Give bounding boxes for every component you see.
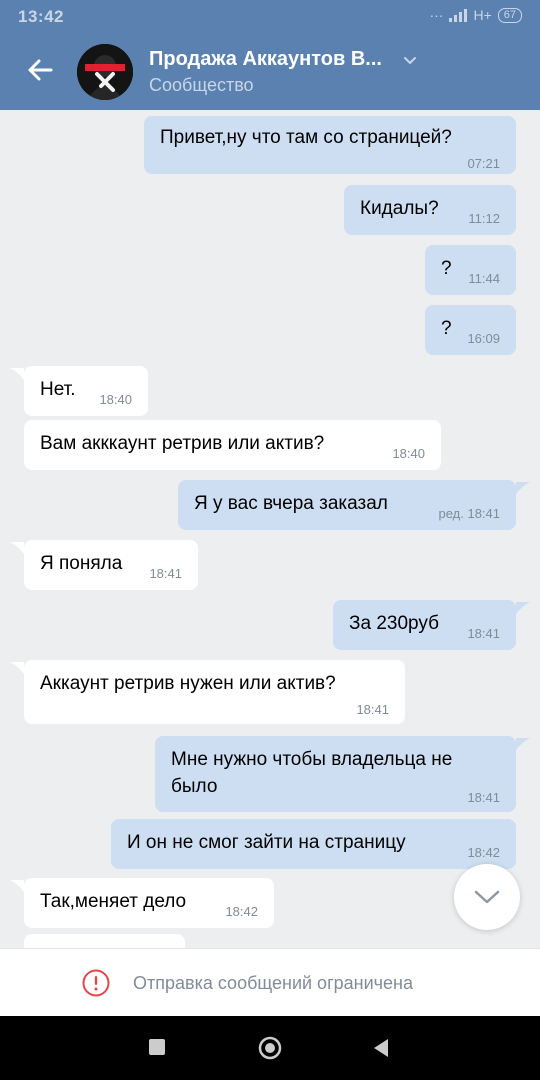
bubble-tail (516, 738, 530, 750)
message-text: Я поняла (40, 553, 123, 574)
message-text: Кидалы? (360, 198, 439, 219)
message-time: 18:42 (225, 904, 258, 919)
community-avatar[interactable] (77, 44, 133, 100)
message-time: 18:40 (99, 392, 132, 407)
message-list[interactable]: Привет,ну что там со страницей? 07:21 Ки… (0, 110, 540, 948)
chat-header: Продажа Аккаунтов В... Сообщество (0, 34, 540, 110)
status-icons: ··· H+ 67 (429, 7, 522, 23)
alert-icon (82, 969, 110, 997)
message-outgoing[interactable]: Привет,ну что там со страницей? 07:21 (144, 116, 516, 174)
message-outgoing[interactable]: И он не смог зайти на страницу 18:42 (111, 819, 516, 869)
message-time: ред. 18:41 (438, 506, 500, 521)
message-outgoing[interactable]: Я у вас вчера заказал ред. 18:41 (178, 480, 516, 530)
scroll-down-icon (474, 890, 500, 904)
message-text: Аккаунт ретрив нужен или актив? (40, 673, 336, 694)
nav-circle-icon[interactable] (258, 1036, 282, 1060)
message-incoming[interactable]: Вам акккаунт ретрив или актив? 18:40 (24, 420, 441, 470)
chevron-down-icon[interactable] (402, 52, 418, 68)
message-time: 18:41 (467, 790, 500, 805)
message-text: Я у вас вчера заказал (194, 493, 388, 514)
message-outgoing[interactable]: ? 11:44 (425, 245, 516, 295)
message-text: И он не смог зайти на страницу (127, 832, 406, 853)
signal-icon (449, 8, 468, 22)
bubble-tail (10, 368, 24, 380)
message-time: 11:44 (468, 271, 500, 286)
network-type: H+ (473, 7, 492, 23)
message-time: 18:41 (149, 566, 182, 581)
message-text: ? (441, 318, 452, 339)
message-time: 18:41 (467, 626, 500, 641)
status-bar: 13:42 ··· H+ 67 (0, 0, 540, 34)
message-outgoing[interactable]: Мне нужно чтобы владельца не было 18:41 (155, 736, 516, 812)
system-nav-bar (0, 1016, 540, 1080)
message-time: 11:12 (468, 211, 500, 226)
message-text-line1: Мне нужно чтобы владельца не (171, 749, 453, 770)
back-arrow-icon[interactable] (24, 54, 56, 86)
scroll-down-button[interactable] (454, 864, 520, 930)
message-text: Привет,ну что там со страницей? (160, 127, 452, 148)
bubble-tail (10, 880, 24, 892)
message-outgoing[interactable]: За 230руб 18:41 (333, 600, 516, 650)
nav-back-icon[interactable] (372, 1038, 390, 1058)
bubble-tail (516, 482, 530, 494)
message-text: Вам акккаунт ретрив или актив? (40, 433, 325, 454)
chat-title[interactable]: Продажа Аккаунтов В... (149, 48, 382, 71)
battery-icon: 67 (497, 7, 522, 23)
message-time: 18:40 (392, 446, 425, 461)
bubble-tail (10, 542, 24, 554)
message-incoming[interactable]: Так,меняет дело 18:42 (24, 878, 274, 928)
messaging-restricted-bar: Отправка сообщений ограничена (0, 948, 540, 1016)
message-text: ? (441, 258, 452, 279)
message-time: 16:09 (467, 331, 500, 346)
message-time: 18:41 (356, 702, 389, 717)
restriction-text: Отправка сообщений ограничена (133, 973, 413, 993)
bubble-tail (516, 602, 530, 614)
message-text: Так,меняет дело (40, 891, 187, 912)
status-time: 13:42 (18, 7, 64, 26)
message-incoming[interactable]: Аккаунт ретрив нужен или актив? 18:41 (24, 660, 405, 724)
message-text: За 230руб (349, 613, 439, 634)
message-outgoing[interactable]: ? 16:09 (425, 305, 516, 355)
message-time: 07:21 (467, 156, 500, 171)
notification-dots: ··· (429, 7, 444, 23)
message-outgoing[interactable]: Кидалы? 11:12 (344, 185, 516, 235)
message-incoming[interactable]: Я поняла 18:41 (24, 540, 198, 590)
message-incoming[interactable]: Нет. 18:40 (24, 366, 148, 416)
nav-square-icon[interactable] (148, 1038, 166, 1056)
message-time: 18:42 (467, 845, 500, 860)
bubble-tail (10, 662, 24, 674)
chat-subtitle: Сообщество (149, 75, 254, 95)
message-text: Нет. (40, 379, 76, 400)
message-incoming-partial[interactable] (24, 934, 185, 948)
message-text-line2: было (171, 776, 218, 797)
